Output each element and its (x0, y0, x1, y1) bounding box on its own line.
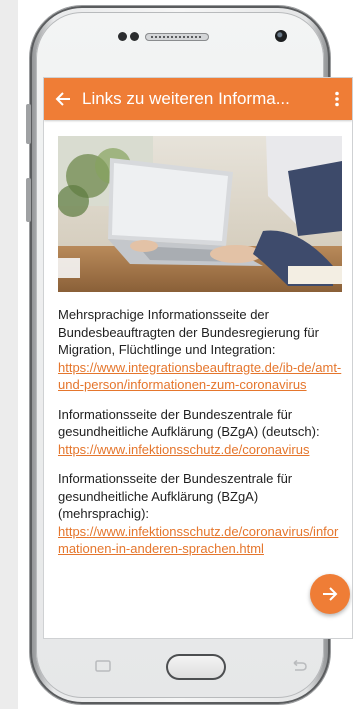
volume-button (26, 104, 31, 144)
entry-2-text: Informationsseite der Bundeszentrale für… (58, 406, 320, 440)
more-vert-icon (335, 91, 339, 107)
sensor-dot (118, 32, 127, 41)
back-key-icon[interactable] (290, 660, 308, 672)
arrow-right-icon (323, 587, 338, 601)
entry-3-link[interactable]: https://www.infektionsschutz.de/coronavi… (58, 524, 338, 557)
earpiece-speaker (145, 33, 209, 41)
entry-2: Informationsseite der Bundeszentrale für… (58, 406, 346, 459)
entry-2-link[interactable]: https://www.infektionsschutz.de/coronavi… (58, 442, 309, 457)
entry-3-text: Informationsseite der Bundeszentrale für… (58, 471, 293, 521)
sensor-dot (130, 32, 139, 41)
back-button[interactable] (44, 78, 82, 120)
phone-screen: Links zu weiteren Informa... Mehrsprachi… (44, 78, 352, 638)
entry-3: Informationsseite der Bundeszentrale für… (58, 470, 346, 558)
app-bar: Links zu weiteren Informa... (44, 78, 352, 120)
content-area: Mehrsprachige Informationsseite der Bund… (58, 136, 346, 570)
next-fab-button[interactable] (310, 574, 350, 614)
laptop-typing-photo (58, 136, 342, 292)
entry-1-link[interactable]: https://www.integrationsbeauftragte.de/i… (58, 360, 341, 393)
entry-1-text: Mehrsprachige Informationsseite der Bund… (58, 307, 319, 357)
entry-1: Mehrsprachige Informationsseite der Bund… (58, 306, 346, 394)
front-camera-icon (275, 30, 287, 42)
home-button[interactable] (166, 654, 226, 680)
overflow-menu-button[interactable] (322, 78, 352, 120)
arrow-left-icon (55, 92, 70, 106)
recent-apps-key-icon[interactable] (95, 660, 111, 672)
page-title: Links zu weiteren Informa... (82, 89, 290, 108)
power-button (26, 178, 31, 222)
